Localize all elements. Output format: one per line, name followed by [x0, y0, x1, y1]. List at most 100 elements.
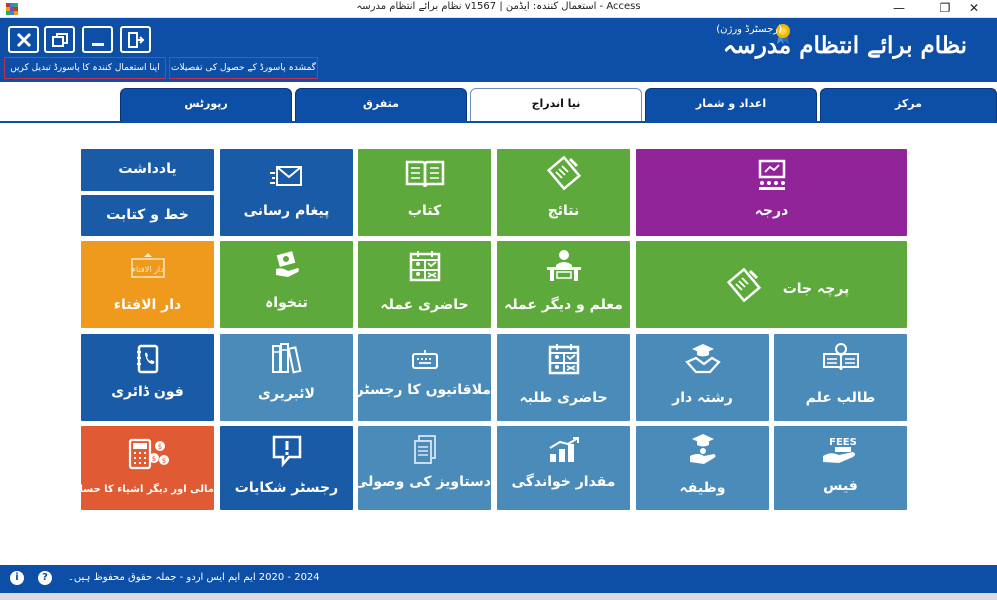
tile-complaints-register[interactable]: رجسٹر شکایات: [220, 426, 353, 510]
tile-phone-diary-label: فون ڈائری: [111, 384, 184, 400]
tile-class-label: درجہ: [754, 203, 789, 219]
tile-library-label: لائبریری: [258, 386, 315, 402]
tile-reading-quantity-label: مقدار خواندگی: [511, 474, 616, 490]
tile-staff-attendance[interactable]: حاضری عملہ: [358, 241, 491, 328]
library-books-icon: [271, 343, 302, 374]
svg-text:$: $: [157, 443, 161, 451]
tile-relatives[interactable]: رشتہ دار: [636, 334, 769, 421]
fatwa-house-icon: دار الافتاء: [130, 253, 165, 278]
tile-visitors-register[interactable]: ملاقاتیوں کا رجسٹر: [355, 334, 491, 421]
scholarship-hand-icon: [689, 434, 715, 464]
growth-chart-icon: [548, 437, 579, 462]
tile-teachers-staff[interactable]: معلم و دیگر عملہ: [497, 241, 630, 328]
tile-phone-diary[interactable]: فون ڈائری: [81, 334, 214, 421]
tile-book-label: کتاب: [407, 203, 442, 219]
svg-text:FEES: FEES: [829, 437, 857, 448]
calculator-coins-icon: $ $ $: [128, 438, 169, 470]
documents-icon: [413, 435, 436, 464]
tile-student[interactable]: طالب علم: [774, 334, 907, 421]
minimize-icon: [92, 43, 104, 46]
app-exit-button[interactable]: [120, 26, 151, 53]
tile-fees[interactable]: FEES فیس: [774, 426, 907, 510]
tile-messaging-label: پیغام رسانی: [243, 203, 330, 219]
tab-reports[interactable]: رپورٹس: [120, 88, 292, 123]
app-header: اپنا استعمال کنندہ کا پاسورڈ تبدیل کریں …: [0, 18, 997, 82]
phone-book-icon: [136, 344, 158, 374]
tile-results-label: نتائج: [547, 203, 580, 219]
tile-dar-ul-ifta-label: دار الافتاء: [113, 297, 182, 313]
tile-financial-accounts-label: مالی اور دیگر اشیاء کا حساب: [69, 484, 214, 495]
tile-fees-label: فیس: [823, 478, 858, 494]
exam-paper-pencil-icon: [546, 155, 581, 191]
tab-statistics[interactable]: اعداد و شمار: [645, 88, 817, 123]
close-icon: [16, 32, 32, 48]
exam-paper-pencil-icon: [726, 267, 762, 303]
tile-dar-ul-ifta[interactable]: دار الافتاء دار الافتاء: [81, 241, 214, 328]
tile-visitors-register-label: ملاقاتیوں کا رجسٹر: [355, 382, 491, 398]
tile-messaging[interactable]: پیغام رسانی: [220, 149, 353, 236]
money-hand-icon: [275, 251, 299, 277]
app-minimize-button[interactable]: [82, 26, 113, 53]
svg-text:$: $: [161, 457, 165, 465]
paper-plane-mail-icon: [269, 166, 302, 186]
tile-correspondence-label: خط و کتابت: [106, 207, 189, 223]
info-icon[interactable]: i: [10, 571, 24, 585]
restore-icon: [52, 33, 68, 47]
tile-salary-label: تنخواہ: [265, 295, 308, 311]
app-window: Access - استعمال کنندہ: ایڈمن | v1567 نظ…: [0, 0, 997, 600]
tile-correspondence[interactable]: خط و کتابت: [81, 195, 214, 236]
window-minimize-button[interactable]: —: [876, 0, 922, 18]
window-titlebar: Access - استعمال کنندہ: ایڈمن | v1567 نظ…: [0, 0, 997, 18]
tile-library[interactable]: لائبریری: [220, 334, 353, 421]
tile-student-attendance-label: حاضری طلبہ: [519, 390, 608, 406]
fees-hand-icon: FEES: [822, 437, 857, 463]
svg-text:دار الافتاء: دار الافتاء: [132, 265, 164, 274]
tile-scholarship-label: وظیفہ: [679, 480, 726, 496]
tab-miscellaneous[interactable]: متفرق: [295, 88, 467, 123]
app-close-button[interactable]: [8, 26, 39, 53]
tab-new-entry[interactable]: نیا اندراج: [470, 88, 642, 123]
keyboard-register-icon: [411, 350, 438, 369]
tile-financial-accounts[interactable]: $ $ $ مالی اور دیگر اشیاء کا حساب: [69, 426, 214, 510]
app-restore-button[interactable]: [44, 26, 75, 53]
tile-salary[interactable]: تنخواہ: [220, 241, 353, 328]
handshake-graduate-icon: [684, 344, 721, 374]
tile-class[interactable]: درجہ: [636, 149, 907, 236]
teacher-desk-icon: [546, 250, 581, 281]
tile-student-label: طالب علم: [805, 390, 876, 406]
copyright-text: 2024 - 2020 ایم ایم ایس اردو - جملہ حقوق…: [68, 572, 320, 583]
attendance-calendar-icon: [548, 344, 579, 375]
tile-document-receipt-label: دستاویز کی وصولی: [353, 474, 491, 490]
tile-reminders-label: یادداشت: [118, 161, 177, 177]
tile-book[interactable]: کتاب: [358, 149, 491, 236]
status-strip: [0, 593, 997, 600]
exit-door-icon: [128, 32, 145, 48]
tile-scholarship[interactable]: وظیفہ: [636, 426, 769, 510]
svg-text:$: $: [151, 455, 155, 463]
tile-teachers-staff-label: معلم و دیگر عملہ: [504, 297, 623, 313]
tab-underline: [0, 121, 997, 123]
classroom-board-icon: [758, 159, 785, 190]
tile-exam-papers[interactable]: پرچہ جات: [636, 241, 907, 328]
window-title: Access - استعمال کنندہ: ایڈمن | v1567 نظ…: [356, 1, 641, 12]
tab-markaz[interactable]: مرکز: [820, 88, 997, 123]
reading-student-icon: [822, 343, 859, 371]
help-icon[interactable]: ?: [38, 571, 52, 585]
app-title: نظام برائے انتظام مدرسہ: [723, 32, 967, 59]
tile-document-receipt[interactable]: دستاویز کی وصولی: [353, 426, 491, 510]
attendance-calendar-icon: [409, 251, 440, 282]
forgot-password-link[interactable]: گمشدہ پاسورڈ کے حصول کی تفصیلات: [169, 57, 318, 79]
tile-student-attendance[interactable]: حاضری طلبہ: [497, 334, 630, 421]
tile-reminders[interactable]: یادداشت: [81, 149, 214, 191]
tile-reading-quantity[interactable]: مقدار خواندگی: [497, 426, 630, 510]
tile-staff-attendance-label: حاضری عملہ: [380, 297, 469, 313]
window-close-button[interactable]: ✕: [951, 0, 997, 18]
complaint-speech-icon: [272, 435, 301, 468]
change-password-link[interactable]: اپنا استعمال کنندہ کا پاسورڈ تبدیل کریں: [4, 57, 166, 79]
tile-exam-papers-label: پرچہ جات: [782, 281, 850, 297]
tile-complaints-register-label: رجسٹر شکایات: [234, 480, 339, 496]
tile-results[interactable]: نتائج: [497, 149, 630, 236]
app-footer: i ? 2024 - 2020 ایم ایم ایس اردو - جملہ …: [0, 565, 997, 593]
tile-relatives-label: رشتہ دار: [672, 390, 733, 406]
open-book-icon: [405, 160, 444, 188]
